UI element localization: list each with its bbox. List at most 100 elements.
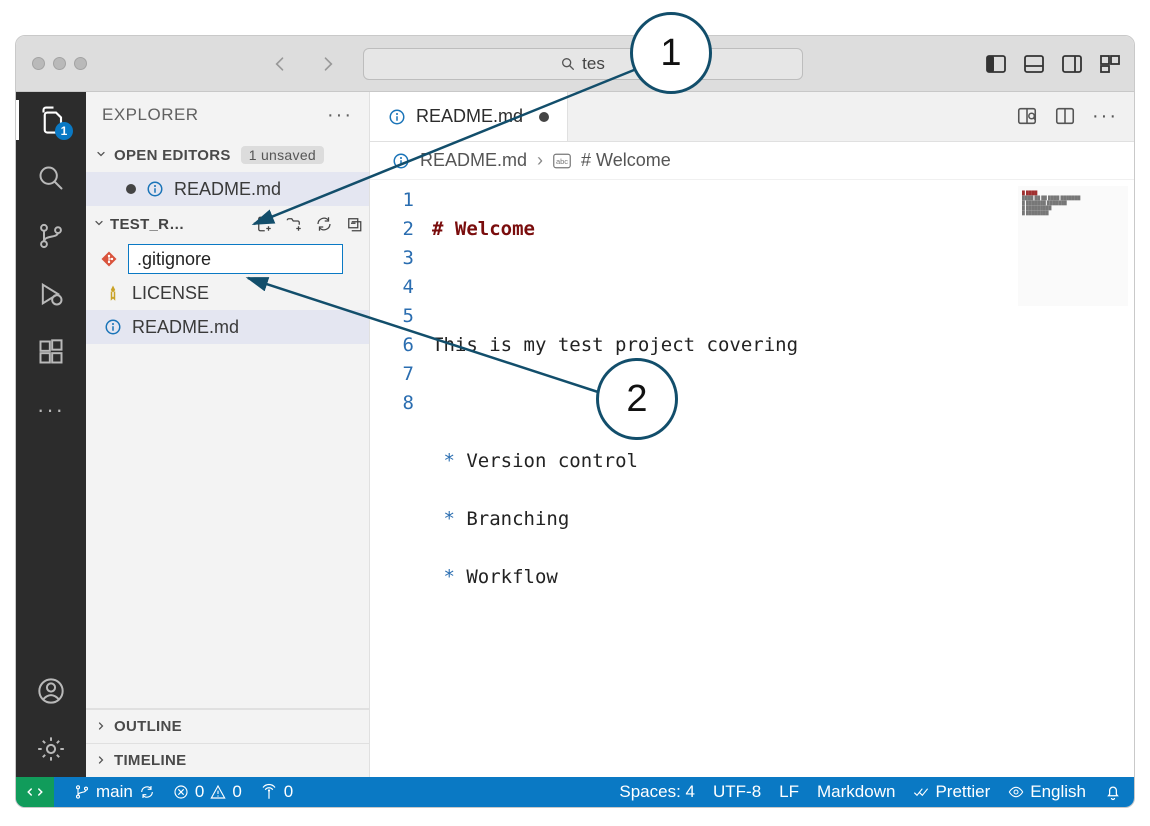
open-editors-header[interactable]: OPEN EDITORS 1 unsaved bbox=[86, 138, 369, 172]
extensions-icon bbox=[37, 338, 65, 366]
nav-forward-button[interactable] bbox=[317, 53, 339, 75]
window-controls bbox=[32, 57, 87, 70]
modified-indicator-icon bbox=[126, 184, 136, 194]
vscode-window: tes 1 ··· bbox=[15, 35, 1135, 808]
info-icon bbox=[392, 152, 410, 170]
warning-count: 0 bbox=[232, 782, 241, 802]
open-editors-section: OPEN EDITORS 1 unsaved README.md bbox=[86, 138, 369, 206]
toggle-secondary-sidebar-icon[interactable] bbox=[1060, 52, 1084, 76]
layout-controls bbox=[984, 52, 1122, 76]
account-icon bbox=[37, 677, 65, 705]
minimap[interactable]: █ ████ ████ ██ ██ ████ ███████ █ ███████… bbox=[1018, 186, 1128, 306]
open-preview-button[interactable] bbox=[1016, 105, 1038, 128]
toggle-primary-sidebar-icon[interactable] bbox=[984, 52, 1008, 76]
explorer-badge: 1 bbox=[55, 122, 73, 140]
problems-status[interactable]: 0 0 bbox=[173, 782, 242, 802]
search-icon bbox=[37, 164, 65, 192]
editor-more-button[interactable]: ··· bbox=[1092, 105, 1118, 128]
split-editor-button[interactable] bbox=[1054, 105, 1076, 128]
activity-run-debug[interactable] bbox=[35, 278, 67, 310]
breadcrumb[interactable]: README.md › abc # Welcome bbox=[370, 142, 1134, 180]
editor-tab[interactable]: README.md bbox=[370, 92, 568, 141]
breadcrumb-file: README.md bbox=[420, 150, 527, 171]
file-row[interactable]: README.md bbox=[86, 310, 369, 344]
open-editor-item[interactable]: README.md bbox=[86, 172, 369, 206]
spell-status[interactable]: English bbox=[1008, 782, 1086, 802]
git-icon bbox=[100, 250, 118, 268]
chevron-right-icon bbox=[94, 753, 108, 767]
eye-icon bbox=[1008, 784, 1024, 800]
branch-name: main bbox=[96, 782, 133, 802]
code-editor[interactable]: 1 2 3 4 5 6 7 8 # Welcome This is my tes… bbox=[370, 180, 1134, 777]
license-icon bbox=[104, 284, 122, 302]
refresh-button[interactable] bbox=[315, 215, 333, 233]
toggle-panel-icon[interactable] bbox=[1022, 52, 1046, 76]
new-file-button[interactable] bbox=[255, 215, 273, 233]
remote-icon bbox=[26, 783, 44, 801]
eol-status[interactable]: LF bbox=[779, 782, 799, 802]
activity-explorer[interactable]: 1 bbox=[35, 104, 67, 136]
tab-bar: README.md ··· bbox=[370, 92, 1134, 142]
modified-indicator-icon bbox=[539, 112, 549, 122]
close-window[interactable] bbox=[32, 57, 45, 70]
svg-text:abc: abc bbox=[556, 157, 568, 166]
warning-icon bbox=[210, 784, 226, 800]
notifications-button[interactable] bbox=[1104, 783, 1122, 801]
activity-accounts[interactable] bbox=[35, 675, 67, 707]
error-count: 0 bbox=[195, 782, 204, 802]
encoding-status[interactable]: UTF-8 bbox=[713, 782, 761, 802]
customize-layout-icon[interactable] bbox=[1098, 52, 1122, 76]
file-row-new bbox=[86, 242, 369, 276]
collapse-all-button[interactable] bbox=[345, 215, 363, 233]
branch-status[interactable]: main bbox=[74, 782, 155, 802]
formatter-status[interactable]: Prettier bbox=[913, 782, 990, 802]
annotation-callout-2: 2 bbox=[596, 358, 678, 440]
nav-arrows bbox=[269, 53, 339, 75]
breadcrumb-symbol: # Welcome bbox=[581, 150, 671, 171]
title-bar: tes bbox=[16, 36, 1134, 92]
activity-settings[interactable] bbox=[35, 733, 67, 765]
sidebar-more-button[interactable]: ··· bbox=[327, 104, 353, 127]
activity-search[interactable] bbox=[35, 162, 67, 194]
activity-extensions[interactable] bbox=[35, 336, 67, 368]
indent-status[interactable]: Spaces: 4 bbox=[619, 782, 695, 802]
folder-header[interactable]: TEST_R… bbox=[86, 206, 369, 242]
annotation-callout-1: 1 bbox=[630, 12, 712, 94]
main-area: 1 ··· EXPLO bbox=[16, 92, 1134, 777]
minimize-window[interactable] bbox=[53, 57, 66, 70]
remote-indicator[interactable] bbox=[16, 777, 54, 807]
file-name: LICENSE bbox=[132, 283, 209, 304]
ports-count: 0 bbox=[284, 782, 293, 802]
unsaved-badge: 1 unsaved bbox=[241, 146, 324, 164]
folder-name: TEST_R… bbox=[110, 216, 185, 233]
open-editor-name: README.md bbox=[174, 179, 281, 200]
activity-bar: 1 ··· bbox=[16, 92, 86, 777]
chevron-right-icon bbox=[94, 719, 108, 733]
activity-source-control[interactable] bbox=[35, 220, 67, 252]
chevron-down-icon bbox=[92, 216, 106, 230]
activity-more[interactable]: ··· bbox=[35, 394, 67, 426]
language-status[interactable]: Markdown bbox=[817, 782, 895, 802]
sidebar-title: EXPLORER bbox=[102, 105, 199, 125]
timeline-label: TIMELINE bbox=[114, 752, 186, 769]
zoom-window[interactable] bbox=[74, 57, 87, 70]
file-row[interactable]: LICENSE bbox=[86, 276, 369, 310]
nav-back-button[interactable] bbox=[269, 53, 291, 75]
check-all-icon bbox=[913, 784, 929, 800]
editor-group: README.md ··· README.md › abc # Welcome bbox=[370, 92, 1134, 777]
timeline-header[interactable]: TIMELINE bbox=[86, 743, 369, 777]
branch-icon bbox=[74, 784, 90, 800]
open-editors-label: OPEN EDITORS bbox=[114, 147, 231, 164]
new-folder-button[interactable] bbox=[285, 215, 303, 233]
branch-icon bbox=[37, 222, 65, 250]
chevron-right-icon: › bbox=[537, 150, 543, 171]
outline-header[interactable]: OUTLINE bbox=[86, 709, 369, 743]
explorer-sidebar: EXPLORER ··· OPEN EDITORS 1 unsaved READ… bbox=[86, 92, 370, 777]
ports-status[interactable]: 0 bbox=[260, 782, 293, 802]
chevron-down-icon bbox=[94, 147, 108, 161]
new-file-input[interactable] bbox=[128, 244, 343, 274]
outline-label: OUTLINE bbox=[114, 718, 182, 735]
symbol-string-icon: abc bbox=[553, 153, 571, 169]
command-center-search[interactable]: tes bbox=[363, 48, 803, 80]
bell-icon bbox=[1104, 783, 1122, 801]
